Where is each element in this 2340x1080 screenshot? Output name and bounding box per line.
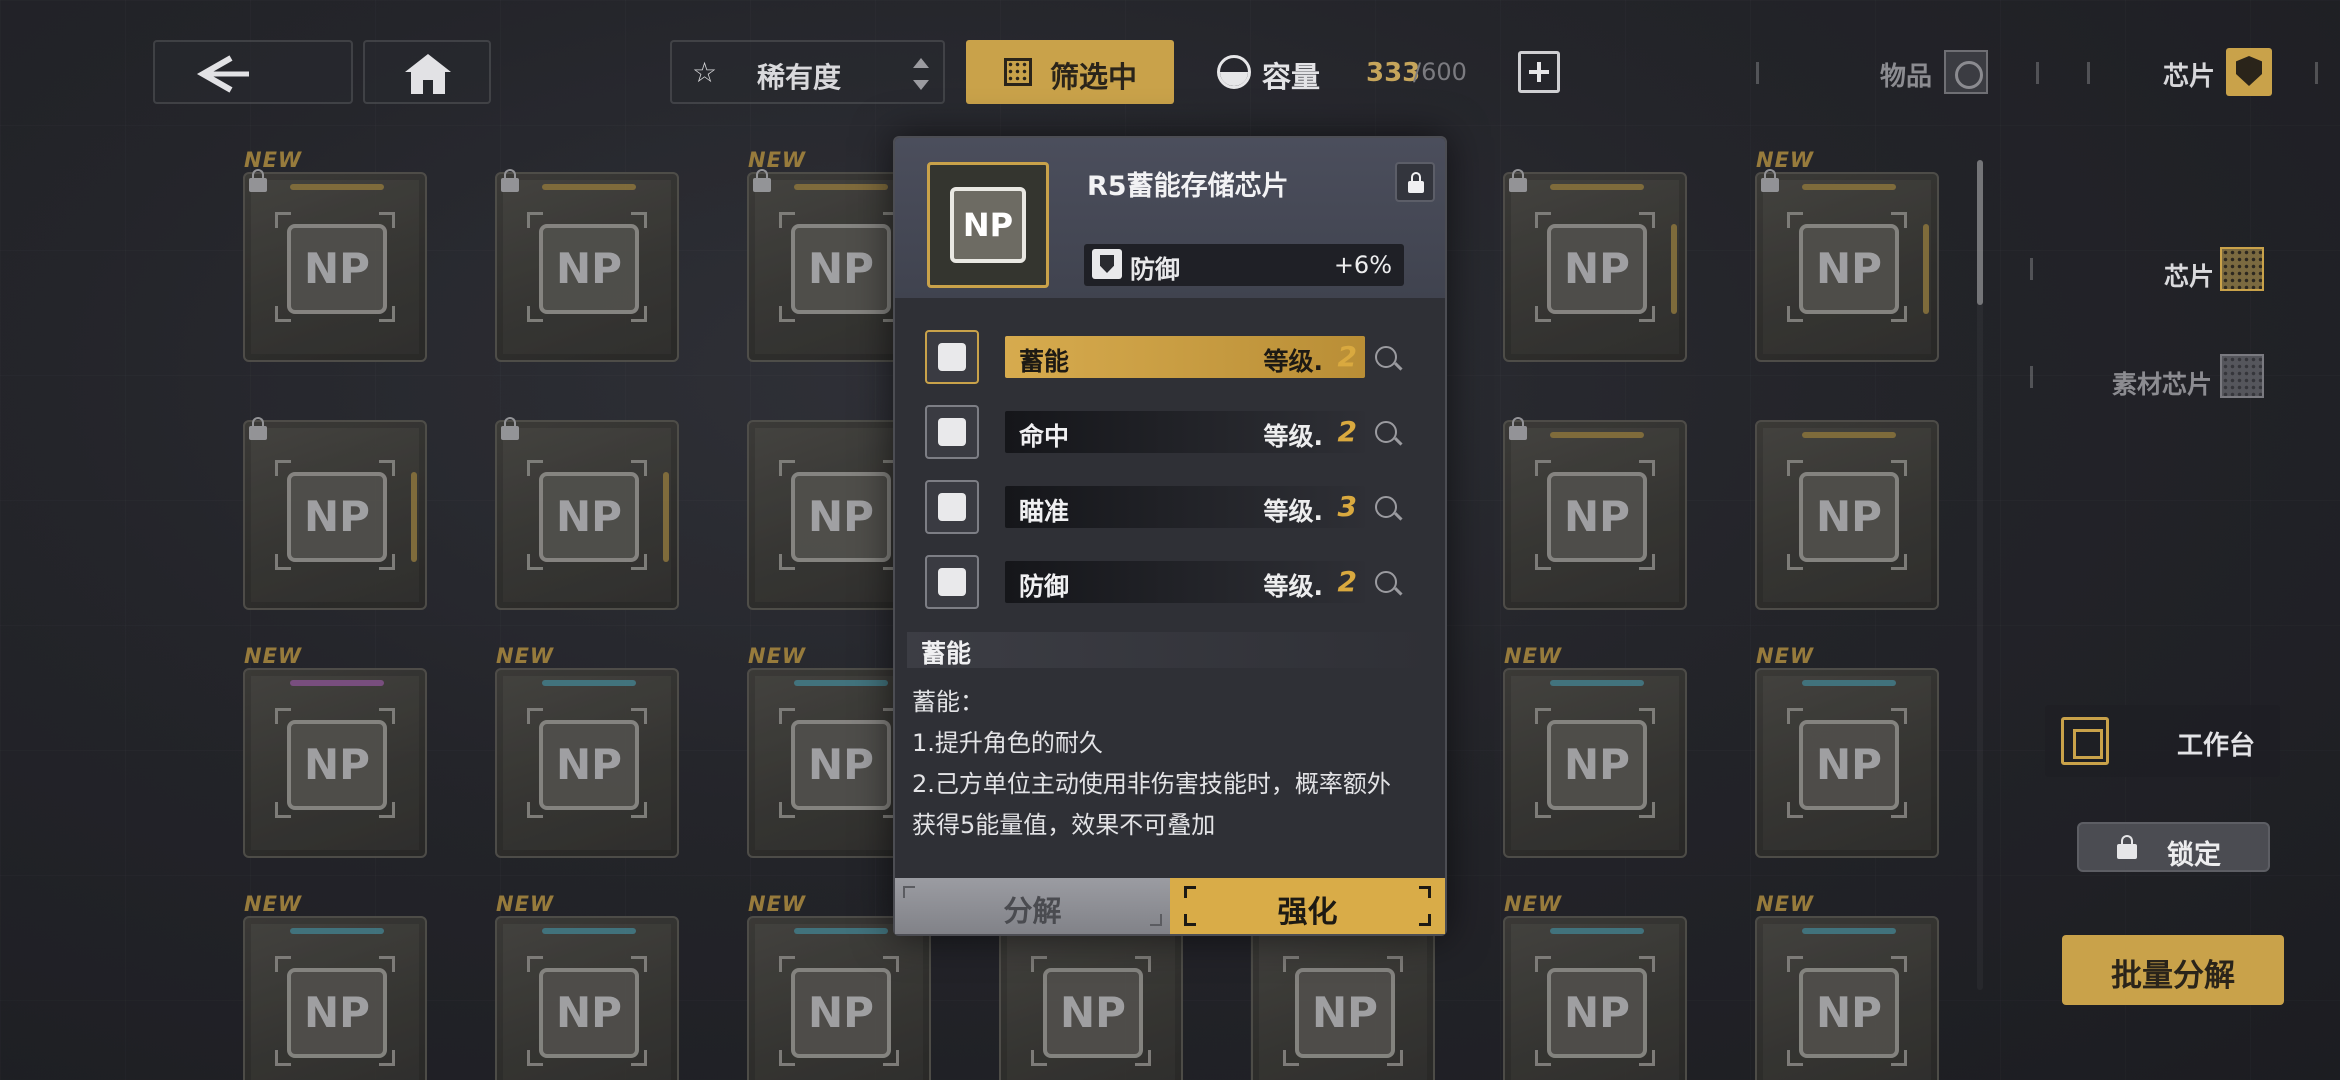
chip-tab-icon[interactable]	[2226, 48, 2272, 96]
chip-detail-popup: NP R5蓄能存储芯片 防御 +6% 蓄能 等级. 2 命中 等级. 2 瞄准	[893, 136, 1447, 936]
divider	[2087, 62, 2090, 84]
decompose-button[interactable]: 分解	[895, 878, 1170, 934]
description-body: 蓄能： 1.提升角色的耐久 2.己方单位主动使用非伤害技能时，概率额外 获得5能…	[912, 682, 1437, 846]
skill-level: 2	[1337, 565, 1357, 598]
divider	[2030, 258, 2033, 280]
skill-name: 瞄准	[1019, 497, 1070, 526]
zoom-in-icon[interactable]	[1375, 346, 1397, 368]
description-header: 蓄能	[907, 632, 1433, 668]
material-chip-icon[interactable]	[2220, 354, 2264, 398]
filter-icon	[1004, 58, 1032, 86]
zoom-in-icon[interactable]	[1375, 421, 1397, 443]
enhance-label: 强化	[1277, 895, 1338, 930]
back-button[interactable]	[153, 40, 353, 104]
skill-level: 3	[1337, 490, 1357, 523]
skill-bar: 蓄能 等级. 2	[1005, 336, 1365, 378]
skill-name: 命中	[1019, 422, 1070, 451]
divider	[2036, 62, 2039, 84]
skill-row-hit[interactable]: 命中 等级. 2	[925, 403, 1425, 461]
workbench-icon	[2061, 717, 2109, 765]
tab-chip-label[interactable]: 芯片	[2163, 56, 2215, 93]
aim-skill-icon	[925, 480, 979, 534]
skill-level: 2	[1337, 340, 1357, 373]
divider	[2030, 366, 2033, 388]
skill-row-aim[interactable]: 瞄准 等级. 3	[925, 478, 1425, 536]
sort-toggle-icon	[913, 56, 929, 92]
zoom-in-icon[interactable]	[1375, 571, 1397, 593]
description-line: 蓄能：	[912, 688, 984, 716]
workbench-label: 工作台	[2177, 731, 2256, 761]
skill-bar: 命中 等级. 2	[1005, 411, 1365, 453]
chip-lock-toggle[interactable]	[1395, 162, 1435, 202]
main-stat-value: +6%	[1333, 251, 1392, 279]
skill-level-label: 等级.	[1263, 422, 1324, 451]
scrollbar-thumb[interactable]	[1977, 160, 1983, 305]
items-tab-icon[interactable]	[1944, 50, 1988, 94]
skill-name: 防御	[1019, 572, 1070, 601]
home-button[interactable]	[363, 40, 491, 104]
chip-title: R5蓄能存储芯片	[1087, 171, 1289, 202]
capacity-max: /600	[1413, 58, 1467, 86]
capacity-label: 容量	[1262, 60, 1321, 94]
charge-skill-icon	[925, 330, 979, 384]
decompose-label: 分解	[1003, 894, 1062, 928]
expand-capacity-button[interactable]	[1518, 51, 1560, 93]
skill-level-label: 等级.	[1263, 347, 1324, 376]
skill-row-defense[interactable]: 防御 等级. 2	[925, 553, 1425, 611]
divider	[1756, 62, 1759, 84]
workbench-button[interactable]: 工作台	[2045, 705, 2280, 777]
chip-category-icon[interactable]	[2220, 247, 2264, 291]
chip-thumbnail: NP	[927, 162, 1049, 288]
back-arrow-icon	[196, 55, 249, 93]
skill-level-label: 等级.	[1263, 497, 1324, 526]
capacity-icon	[1217, 55, 1251, 89]
chip-thumbnail-emblem: NP	[950, 187, 1026, 263]
hit-skill-icon	[925, 405, 979, 459]
skill-bar: 瞄准 等级. 3	[1005, 486, 1365, 528]
filter-button[interactable]: 筛选中	[966, 40, 1174, 104]
skill-level-label: 等级.	[1263, 572, 1324, 601]
defense-shield-icon	[1092, 249, 1122, 279]
sort-dropdown[interactable]: ☆ 稀有度	[670, 40, 945, 104]
sort-label: 稀有度	[757, 61, 842, 94]
skill-row-charge[interactable]: 蓄能 等级. 2	[925, 328, 1425, 386]
side-tab-material-label[interactable]: 素材芯片	[2112, 365, 2212, 401]
lock-button[interactable]: 锁定	[2077, 822, 2270, 872]
skill-level: 2	[1337, 415, 1357, 448]
popup-header: NP R5蓄能存储芯片 防御 +6%	[895, 138, 1445, 298]
description-line: 1.提升角色的耐久	[912, 729, 1103, 757]
main-stat: 防御 +6%	[1084, 244, 1404, 286]
home-icon	[405, 54, 451, 94]
enhance-button[interactable]: 强化	[1170, 878, 1445, 934]
tab-items-label[interactable]: 物品	[1880, 56, 1932, 93]
bulk-decompose-label: 批量分解	[2111, 958, 2235, 994]
divider	[2315, 62, 2318, 84]
skill-bar: 防御 等级. 2	[1005, 561, 1365, 603]
lock-icon	[2117, 835, 2137, 859]
defense-skill-icon	[925, 555, 979, 609]
top-bar: ☆ 稀有度 筛选中 容量 333 /600 物品 芯片	[0, 0, 2340, 145]
filter-label: 筛选中	[1050, 60, 1138, 94]
bulk-decompose-button[interactable]: 批量分解	[2062, 935, 2284, 1005]
description-title: 蓄能	[921, 639, 972, 668]
star-icon: ☆	[692, 56, 718, 89]
lock-label: 锁定	[2167, 840, 2221, 871]
side-tab-chip-label[interactable]: 芯片	[2164, 257, 2214, 293]
zoom-in-icon[interactable]	[1375, 496, 1397, 518]
main-stat-name: 防御	[1130, 255, 1181, 284]
description-line: 获得5能量值，效果不可叠加	[912, 811, 1216, 839]
description-line: 2.己方单位主动使用非伤害技能时，概率额外	[912, 770, 1391, 798]
skill-name: 蓄能	[1019, 347, 1070, 376]
